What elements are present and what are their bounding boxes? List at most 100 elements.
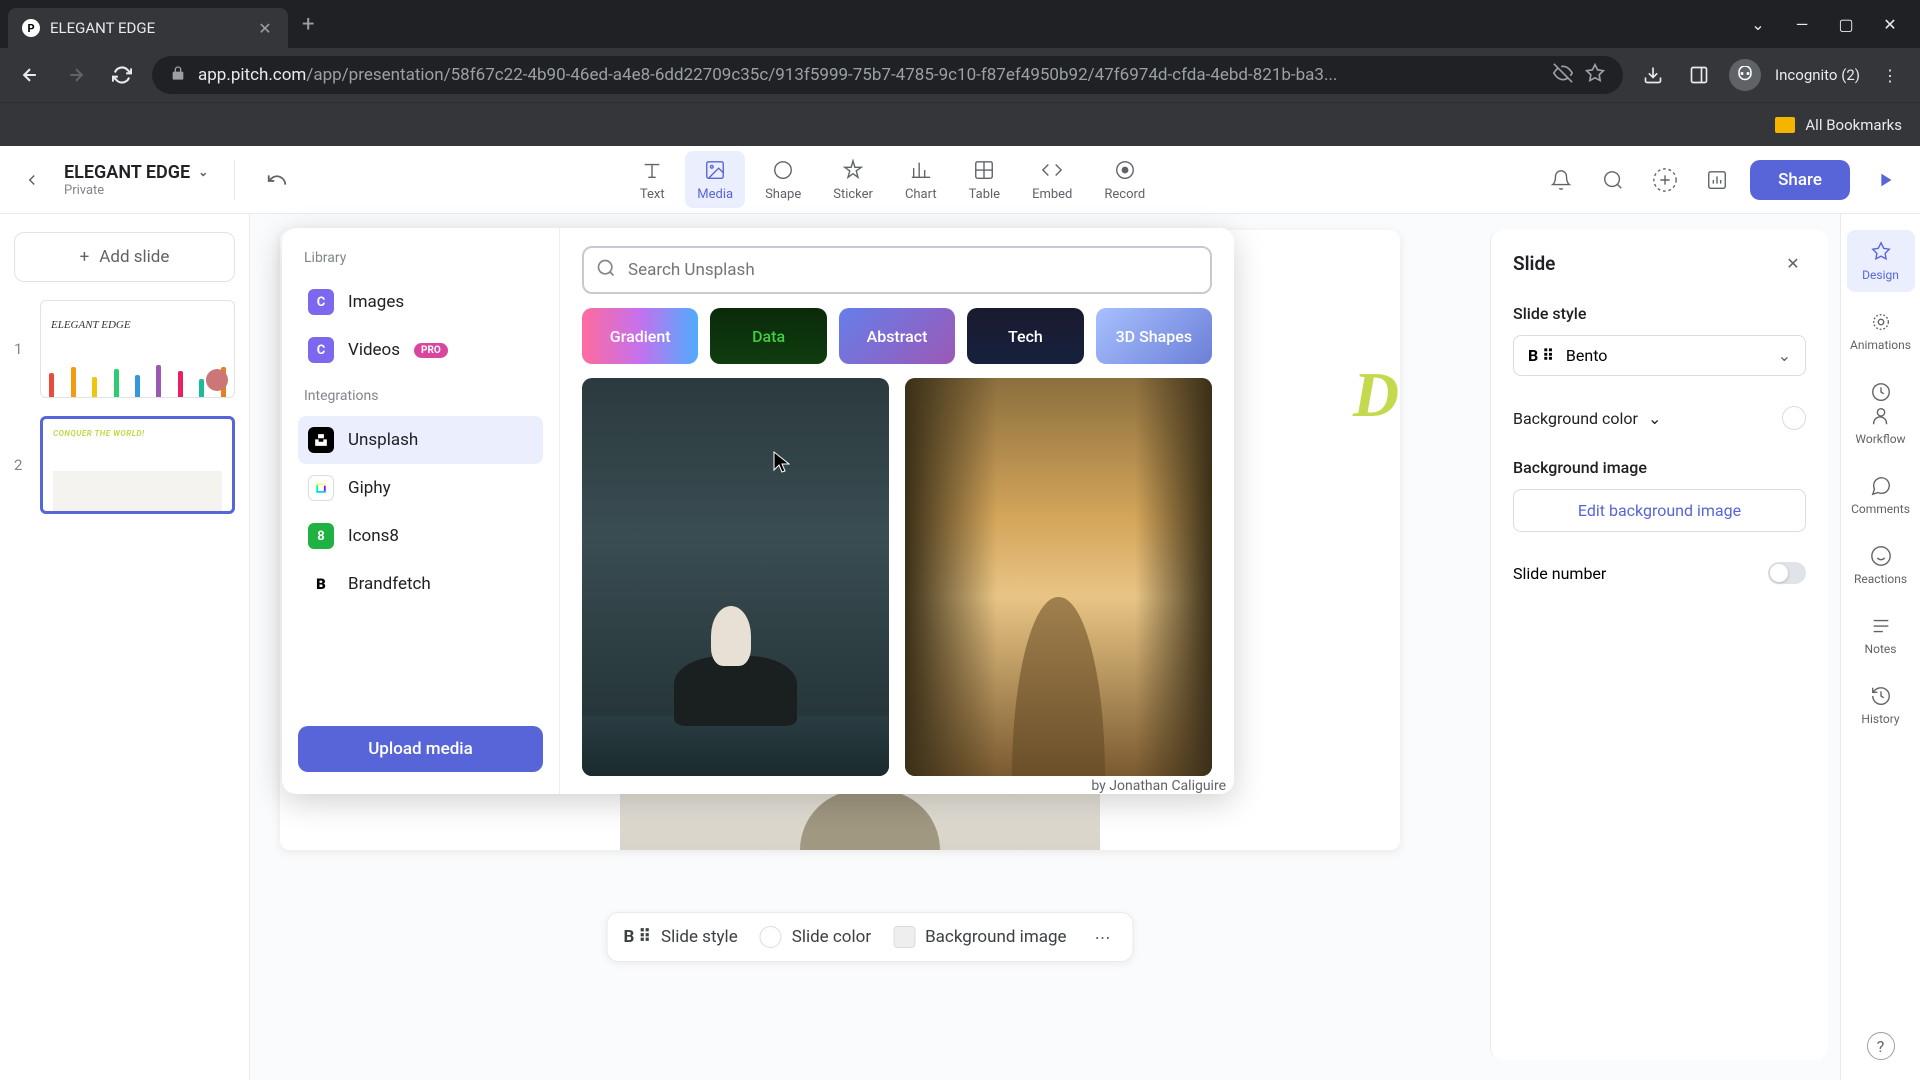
more-button[interactable]: ⋯ — [1089, 923, 1117, 951]
bookmarks-bar: All Bookmarks — [0, 102, 1920, 146]
panel-icon[interactable] — [1683, 59, 1715, 91]
media-icon — [702, 157, 728, 183]
rail-comments-button[interactable]: Comments — [1847, 464, 1915, 526]
integration-giphy-item[interactable]: Giphy — [298, 464, 543, 512]
category-data[interactable]: Data — [710, 308, 826, 364]
url-bar[interactable]: app.pitch.com/app/presentation/58f67c22-… — [152, 56, 1623, 94]
library-videos-item[interactable]: C Videos PRO — [298, 326, 543, 374]
stock-image-pelican[interactable] — [582, 378, 889, 776]
maximize-icon[interactable]: ▢ — [1836, 14, 1856, 34]
integration-unsplash-item[interactable]: Unsplash — [298, 416, 543, 464]
slide-style-quick-button[interactable]: B ⠿ Slide style — [623, 927, 737, 947]
edit-background-image-button[interactable]: Edit background image — [1513, 489, 1806, 532]
chevron-down-icon[interactable]: ⌄ — [1748, 14, 1768, 34]
app-back-button[interactable] — [14, 162, 50, 198]
library-images-item[interactable]: C Images — [298, 278, 543, 326]
record-icon — [1112, 157, 1138, 183]
browser-tab-strip: P ELEGANT EDGE ✕ + ⌄ — ▢ ✕ — [0, 0, 1920, 48]
category-3dshapes[interactable]: 3D Shapes — [1096, 308, 1212, 364]
search-input[interactable] — [582, 246, 1212, 294]
background-color-row[interactable]: Background color ⌄ — [1513, 406, 1806, 430]
brandfetch-icon: B — [308, 571, 334, 597]
forward-icon[interactable] — [60, 59, 92, 91]
integration-icons8-item[interactable]: 8 Icons8 — [298, 512, 543, 560]
color-swatch-icon[interactable] — [1782, 406, 1806, 430]
category-gradient[interactable]: Gradient — [582, 308, 698, 364]
insert-chart-button[interactable]: Chart — [893, 151, 949, 208]
kebab-menu-icon[interactable]: ⋮ — [1874, 59, 1906, 91]
insert-table-button[interactable]: Table — [957, 151, 1012, 208]
close-window-icon[interactable]: ✕ — [1880, 14, 1900, 34]
close-panel-button[interactable]: ✕ — [1780, 250, 1806, 276]
style-icon: B ⠿ — [623, 927, 651, 947]
insert-embed-button[interactable]: Embed — [1020, 151, 1084, 208]
notifications-button[interactable] — [1542, 161, 1580, 199]
sticker-icon — [840, 157, 866, 183]
search-wrap — [582, 246, 1212, 294]
incognito-label: Incognito (2) — [1775, 66, 1860, 84]
image-grid: by Jonathan Caliguire — [582, 378, 1212, 776]
insert-media-button[interactable]: Media — [685, 151, 745, 208]
workflow-icon — [1869, 380, 1893, 404]
all-bookmarks-button[interactable]: All Bookmarks — [1775, 116, 1902, 134]
profile-avatar-icon[interactable] — [1729, 59, 1761, 91]
slide-style-select[interactable]: B ⠿ Bento ⌄ — [1513, 335, 1806, 376]
browser-tab[interactable]: P ELEGANT EDGE ✕ — [8, 8, 288, 48]
share-button[interactable]: Share — [1750, 160, 1850, 200]
undo-button[interactable] — [261, 164, 293, 196]
add-slide-button[interactable]: + Add slide — [14, 232, 235, 282]
rail-notes-button[interactable]: Notes — [1847, 604, 1915, 666]
analytics-button[interactable] — [1698, 161, 1736, 199]
tab-favicon-icon: P — [22, 19, 40, 37]
stock-image-forest[interactable] — [905, 378, 1212, 776]
history-icon — [1869, 684, 1893, 708]
rail-reactions-button[interactable]: Reactions — [1847, 534, 1915, 596]
header-right: Share — [1542, 159, 1906, 201]
add-user-button[interactable] — [1646, 161, 1684, 199]
integrations-heading: Integrations — [298, 388, 543, 404]
slide-number: 2 — [14, 456, 30, 474]
eye-off-icon[interactable] — [1553, 63, 1573, 88]
image-swatch-icon — [893, 926, 915, 948]
folder-icon — [1775, 117, 1795, 133]
minimize-icon[interactable]: — — [1792, 14, 1812, 34]
star-icon[interactable] — [1585, 63, 1605, 88]
insert-text-button[interactable]: Text — [627, 151, 677, 208]
browser-toolbar: app.pitch.com/app/presentation/58f67c22-… — [0, 48, 1920, 102]
reactions-icon — [1869, 544, 1893, 568]
integration-brandfetch-item[interactable]: B Brandfetch — [298, 560, 543, 608]
slide-thumbnail-1[interactable]: ELEGANT EDGE — [40, 300, 235, 398]
window-controls: ⌄ — ▢ ✕ — [1748, 14, 1912, 34]
slide-color-quick-button[interactable]: Slide color — [760, 926, 871, 948]
upload-media-button[interactable]: Upload media — [298, 726, 543, 772]
download-icon[interactable] — [1637, 59, 1669, 91]
reload-icon[interactable] — [106, 59, 138, 91]
properties-panel: Slide ✕ Slide style B ⠿ Bento ⌄ Backgrou… — [1490, 230, 1828, 1060]
new-tab-button[interactable]: + — [288, 12, 328, 37]
insert-sticker-button[interactable]: Sticker — [821, 151, 885, 208]
document-title-group[interactable]: ELEGANT EDGE ⌄ Private — [64, 162, 208, 198]
tab-close-icon[interactable]: ✕ — [256, 19, 274, 37]
background-image-quick-button[interactable]: Background image — [893, 926, 1066, 948]
unsplash-icon — [308, 427, 334, 453]
category-tech[interactable]: Tech — [967, 308, 1083, 364]
slide-thumbnail-2[interactable]: CONQUER THE WORLD! — [40, 416, 235, 514]
insert-shape-button[interactable]: Shape — [753, 151, 813, 208]
icons8-icon: 8 — [308, 523, 334, 549]
search-button[interactable] — [1594, 161, 1632, 199]
animations-icon — [1869, 310, 1893, 334]
rail-design-button[interactable]: Design — [1847, 230, 1915, 292]
rail-workflow-button[interactable]: Workflow — [1847, 370, 1915, 456]
slide-number-label: Slide number — [1513, 564, 1606, 583]
insert-record-button[interactable]: Record — [1092, 151, 1157, 208]
back-icon[interactable] — [14, 59, 46, 91]
document-title: ELEGANT EDGE — [64, 162, 190, 183]
present-button[interactable] — [1864, 159, 1906, 201]
slide-number-toggle[interactable] — [1768, 562, 1806, 584]
text-icon — [639, 157, 665, 183]
rail-animations-button[interactable]: Animations — [1847, 300, 1915, 362]
tab-title: ELEGANT EDGE — [50, 19, 155, 37]
help-button[interactable]: ? — [1867, 1032, 1895, 1060]
rail-history-button[interactable]: History — [1847, 674, 1915, 736]
category-abstract[interactable]: Abstract — [839, 308, 955, 364]
